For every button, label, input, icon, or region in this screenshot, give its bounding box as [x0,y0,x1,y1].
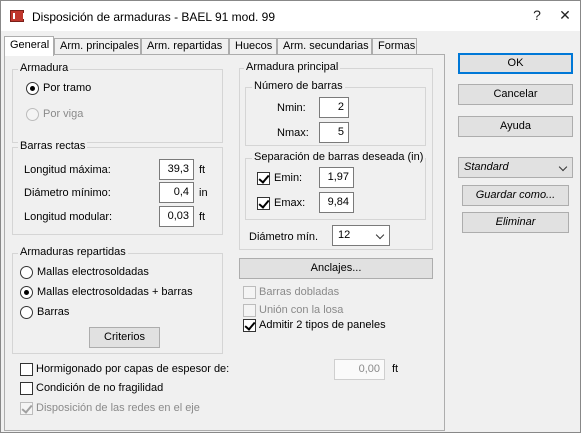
tab-arm-repartidas[interactable]: Arm. repartidas [141,38,229,55]
barras-dobladas-checkbox[interactable] [243,286,256,299]
barras-label: Barras [37,306,70,318]
armadura-principal-title: Armadura principal [244,61,341,73]
emin-checkbox[interactable] [257,172,270,185]
tab-huecos[interactable]: Huecos [229,38,277,55]
barras-rectas-title: Barras rectas [18,140,88,152]
ok-button[interactable]: OK [458,53,573,74]
por-viga-label: Por viga [43,108,84,120]
anclajes-button[interactable]: Anclajes... [239,258,433,279]
tab-general[interactable]: General [4,36,54,56]
app-icon [10,10,25,22]
nmin-input[interactable]: 2 [319,97,349,118]
emax-label: Emax: [274,197,306,209]
mallas-label: Mallas electrosoldadas [37,266,149,278]
por-tramo-radio[interactable] [26,82,39,95]
armadura-group [12,69,223,143]
longitud-modular-input[interactable]: 0,03 [159,206,194,227]
help-icon[interactable]: ? [528,6,546,24]
armadura-group-title: Armadura [18,62,71,74]
longitud-modular-unit: ft [199,211,206,223]
longitud-maxima-label: Longitud máxima: [24,164,111,176]
condicion-label: Condición de no fragilidad [36,382,164,394]
diametro-min-select[interactable]: 12 [332,225,390,246]
criterios-button[interactable]: Criterios [89,327,160,348]
diametro-minimo-label: Diámetro mínimo: [24,187,111,199]
diametro-min-value: 12 [338,229,351,241]
window-title: Disposición de armaduras - BAEL 91 mod. … [32,10,276,24]
nmax-input[interactable]: 5 [319,122,349,143]
diametro-minimo-input[interactable]: 0,4 [159,182,194,203]
disposicion-label: Disposición de las redes en el eje [36,402,200,414]
hormigonado-label: Hormigonado por capas de espesor de: [36,363,230,375]
close-icon[interactable]: ✕ [556,6,574,24]
chevron-down-icon [375,230,385,240]
eliminar-button[interactable]: Eliminar [462,212,569,233]
cancelar-button[interactable]: Cancelar [458,84,573,105]
longitud-maxima-input[interactable]: 39,3 [159,159,194,180]
disposicion-checkbox[interactable] [20,402,33,415]
guardar-como-button[interactable]: Guardar como... [462,185,569,206]
mallas-barras-label: Mallas electrosoldadas + barras [37,286,193,298]
numero-barras-title: Número de barras [252,80,345,92]
nmin-label: Nmin: [277,102,306,114]
tab-arm-principales[interactable]: Arm. principales [54,38,141,55]
emin-label: Emin: [274,172,303,184]
diametro-minimo-unit: in [199,187,208,199]
preset-value: Standard [464,161,509,173]
barras-dobladas-label: Barras dobladas [259,286,340,298]
emax-checkbox[interactable] [257,197,270,210]
por-viga-radio[interactable] [26,108,39,121]
union-losa-checkbox[interactable] [243,304,256,317]
hormigonado-input[interactable]: 0,00 [334,359,385,380]
longitud-maxima-unit: ft [199,164,206,176]
diametro-min-label: Diámetro mín. [249,231,319,243]
dialog-window: Disposición de armaduras - BAEL 91 mod. … [0,0,581,433]
longitud-modular-label: Longitud modular: [24,211,113,223]
admitir-paneles-label: Admitir 2 tipos de paneles [259,319,386,331]
title-bar: Disposición de armaduras - BAEL 91 mod. … [1,1,580,31]
hormigonado-unit: ft [392,363,399,375]
mallas-barras-radio[interactable] [20,286,33,299]
ayuda-button[interactable]: Ayuda [458,116,573,137]
condicion-checkbox[interactable] [20,382,33,395]
tab-arm-secundarias[interactable]: Arm. secundarias [277,38,372,55]
chevron-down-icon [558,162,568,172]
separacion-title: Separación de barras deseada (in) [252,151,426,163]
armaduras-repartidas-title: Armaduras repartidas [18,246,128,258]
por-tramo-label: Por tramo [43,82,92,94]
hormigonado-checkbox[interactable] [20,363,33,376]
barras-radio[interactable] [20,306,33,319]
mallas-radio[interactable] [20,266,33,279]
union-losa-label: Unión con la losa [259,304,344,316]
emax-input[interactable]: 9,84 [319,192,354,213]
preset-select[interactable]: Standard [458,157,573,178]
nmax-label: Nmax: [277,127,309,139]
admitir-paneles-checkbox[interactable] [243,319,256,332]
emin-input[interactable]: 1,97 [319,167,354,188]
tab-formas[interactable]: Formas [372,38,417,55]
